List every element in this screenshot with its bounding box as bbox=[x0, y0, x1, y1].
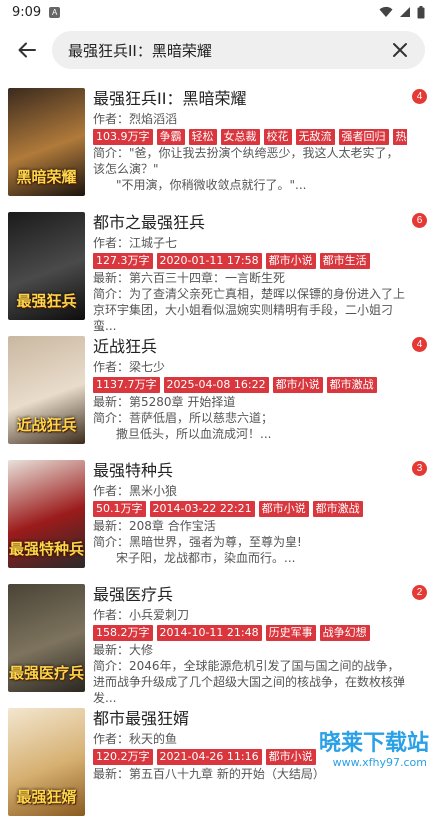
back-arrow-icon bbox=[18, 42, 36, 58]
top-bar: 最强狂兵II：黑暗荣耀 bbox=[0, 24, 435, 76]
book-intro-cont: 宋子阳，龙战都市，染血而行。... bbox=[116, 551, 296, 565]
book-tags: 127.3万字 2020-01-11 17:58 都市小说 都市生活 bbox=[93, 253, 407, 269]
book-tag: 都市小说 bbox=[272, 377, 323, 393]
book-tag: 2014-03-22 22:21 bbox=[149, 501, 255, 517]
book-cover: 近战狂兵 bbox=[8, 336, 85, 444]
book-intro: 简介：2046年，全球能源危机引发了国与国之间的战争，进而战争升级成了几个超级大… bbox=[93, 659, 406, 705]
book-tag: 都市激战 bbox=[312, 501, 363, 517]
book-tag: 女总裁 bbox=[220, 129, 260, 145]
status-bar: 9:09 A bbox=[0, 0, 435, 24]
book-cover: 最强狂婿 bbox=[8, 708, 85, 816]
book-tags: 50.1万字 2014-03-22 22:21 都市小说 都市激战 bbox=[93, 501, 407, 517]
book-tags: 158.2万字 2014-10-11 21:48 历史军事 战争幻想 bbox=[93, 625, 407, 641]
battery-icon bbox=[417, 5, 425, 18]
book-item[interactable]: 近战狂兵 近战狂兵 作者：梁七少 1137.7万字 2025-04-08 16:… bbox=[0, 328, 435, 452]
book-title: 近战狂兵 bbox=[93, 337, 158, 356]
book-tag: 2021-04-26 11:16 bbox=[156, 749, 262, 765]
book-cover: 最强医疗兵 bbox=[8, 584, 85, 692]
book-author: 作者：黑米小狼 bbox=[93, 484, 178, 498]
clear-button[interactable] bbox=[387, 37, 413, 63]
book-tag: 都市激战 bbox=[326, 377, 377, 393]
book-item[interactable]: 最强狂兵 都市之最强狂兵 作者：江城子七 127.3万字 2020-01-11 … bbox=[0, 204, 435, 333]
watermark-url: www.xfhy97.com bbox=[332, 756, 427, 769]
book-latest-chapter: 最新：208章 合作宝活 bbox=[93, 519, 216, 533]
book-tag: 都市生活 bbox=[319, 253, 370, 269]
book-tag: 历史军事 bbox=[265, 625, 316, 641]
book-tag: 都市小说 bbox=[265, 253, 316, 269]
book-tag: 无敌流 bbox=[295, 129, 335, 145]
book-tag: 158.2万字 bbox=[93, 625, 153, 641]
book-intro: 简介：黑暗世界，强者为尊，至尊为皇! bbox=[93, 535, 302, 549]
book-intro-cont: 撒旦低头，所以血流成河！... bbox=[116, 427, 272, 441]
watermark: 晓莱下载站 www.xfhy97.com bbox=[263, 725, 433, 769]
book-item[interactable]: 最强特种兵 最强特种兵 作者：黑米小狼 50.1万字 2014-03-22 22… bbox=[0, 452, 435, 576]
book-tag: 50.1万字 bbox=[93, 501, 146, 517]
book-latest-chapter: 最新：第六百三十四章：一言断生死 bbox=[93, 271, 286, 285]
cover-title: 最强特种兵 bbox=[8, 540, 84, 559]
book-intro: 简介：菩萨低眉，所以慈悲六道； bbox=[93, 411, 274, 425]
wifi-icon bbox=[379, 6, 393, 17]
book-tag: 校花 bbox=[263, 129, 292, 145]
book-tag: 2014-10-11 21:48 bbox=[156, 625, 262, 641]
book-tag: 1137.7万字 bbox=[93, 377, 160, 393]
unread-badge: 2 bbox=[412, 585, 427, 600]
cover-title: 近战狂兵 bbox=[16, 416, 77, 435]
book-intro: 简介："爸，你让我去扮演个纨绔恶少，我这人太老实了，该怎么演？" bbox=[93, 146, 399, 176]
unread-badge: 6 bbox=[412, 213, 427, 228]
book-tags: 1137.7万字 2025-04-08 16:22 都市小说 都市激战 bbox=[93, 377, 407, 393]
book-cover: 黑暗荣耀 bbox=[8, 88, 85, 196]
book-tag: 103.9万字 bbox=[93, 129, 153, 145]
book-tag: 120.2万字 bbox=[93, 749, 153, 765]
book-author: 作者：小兵爱刺刀 bbox=[93, 608, 190, 622]
book-title: 最强特种兵 bbox=[93, 461, 174, 480]
book-tag: 热 bbox=[392, 129, 407, 145]
cover-title: 黑暗荣耀 bbox=[16, 168, 77, 187]
search-box[interactable]: 最强狂兵II：黑暗荣耀 bbox=[52, 31, 425, 69]
book-title: 都市之最强狂兵 bbox=[93, 213, 206, 232]
book-intro-cont: "不用演，你稍微收敛点就行了。"... bbox=[116, 178, 307, 192]
back-button[interactable] bbox=[10, 33, 44, 67]
book-tag: 争霸 bbox=[156, 129, 185, 145]
search-input[interactable]: 最强狂兵II：黑暗荣耀 bbox=[68, 40, 387, 61]
book-tag: 轻松 bbox=[188, 129, 217, 145]
book-intro: 简介：为了查清父亲死亡真相，楚晖以保镖的身份进入了上京环宇集团，大小姐看似温婉实… bbox=[93, 287, 406, 333]
book-title: 最强狂兵II：黑暗荣耀 bbox=[93, 89, 247, 108]
book-cover: 最强狂兵 bbox=[8, 212, 85, 320]
book-latest-chapter: 最新：第5280章 开始择道 bbox=[93, 395, 236, 409]
book-author: 作者：烈焰滔滔 bbox=[93, 112, 178, 126]
book-tag: 2020-01-11 17:58 bbox=[156, 253, 262, 269]
book-author: 作者：江城子七 bbox=[93, 236, 178, 250]
status-time: 9:09 bbox=[12, 4, 42, 20]
book-tag: 都市小说 bbox=[258, 501, 309, 517]
close-icon bbox=[393, 43, 407, 57]
book-list: 黑暗荣耀 最强狂兵II：黑暗荣耀 作者：烈焰滔滔 103.9万字 争霸 轻松 女… bbox=[0, 80, 435, 824]
book-author: 作者：梁七少 bbox=[93, 360, 166, 374]
book-cover: 最强特种兵 bbox=[8, 460, 85, 568]
book-item[interactable]: 最强医疗兵 最强医疗兵 作者：小兵爱刺刀 158.2万字 2014-10-11 … bbox=[0, 576, 435, 705]
watermark-logo: 晓莱下载站 bbox=[318, 731, 429, 756]
cover-title: 最强医疗兵 bbox=[8, 664, 84, 683]
cover-title: 最强狂婿 bbox=[16, 788, 77, 807]
book-item[interactable]: 黑暗荣耀 最强狂兵II：黑暗荣耀 作者：烈焰滔滔 103.9万字 争霸 轻松 女… bbox=[0, 80, 435, 204]
book-tag: 强者回归 bbox=[338, 129, 389, 145]
book-tags: 103.9万字 争霸 轻松 女总裁 校花 无敌流 强者回归 热 bbox=[93, 129, 407, 145]
book-tag: 127.3万字 bbox=[93, 253, 153, 269]
book-latest-chapter: 最新：大修 bbox=[93, 643, 154, 657]
notification-icon: A bbox=[49, 6, 61, 18]
book-tag: 2025-04-08 16:22 bbox=[163, 377, 269, 393]
unread-badge: 4 bbox=[412, 89, 427, 104]
book-tag: 战争幻想 bbox=[319, 625, 370, 641]
unread-badge: 3 bbox=[412, 461, 427, 476]
signal-icon bbox=[400, 7, 410, 17]
cover-title: 最强狂兵 bbox=[16, 292, 77, 311]
unread-badge: 4 bbox=[412, 337, 427, 352]
book-title: 最强医疗兵 bbox=[93, 585, 174, 604]
